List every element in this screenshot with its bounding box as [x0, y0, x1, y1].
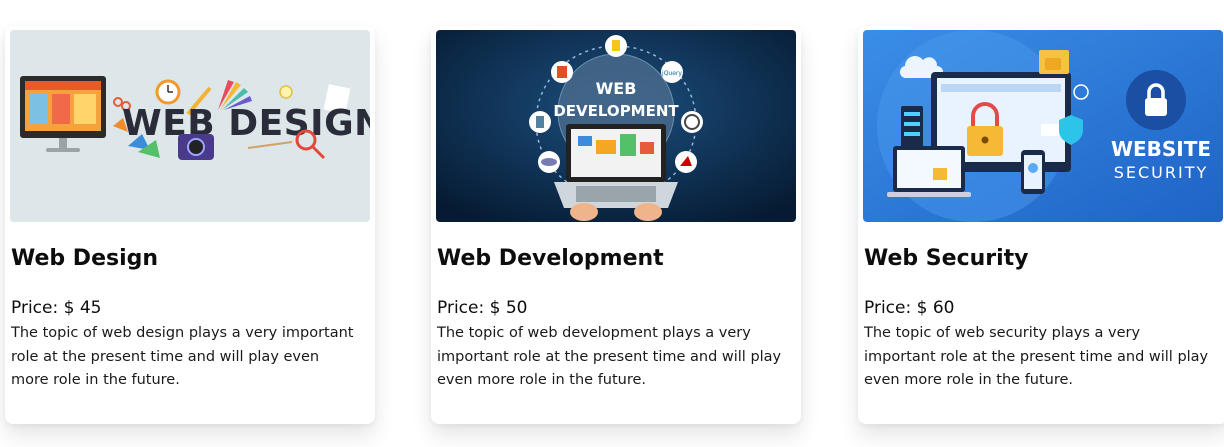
service-card-web-security[interactable]: WEBSITE SECURITY Web Security Price: $ 6…: [858, 26, 1224, 424]
card-price: Price: $ 60: [864, 298, 955, 318]
card-description: The topic of web design plays a very imp…: [11, 325, 354, 388]
service-card-web-design[interactable]: WEB DESIGN Web Design Price: $ 45 The to…: [5, 26, 375, 424]
svg-text:WEB DESIGN: WEB DESIGN: [122, 103, 370, 144]
card-price: Price: $ 50: [437, 298, 528, 318]
svg-text:jQuery: jQuery: [661, 70, 682, 77]
card-title: Web Development: [437, 246, 664, 271]
card-description: The topic of web development plays a ver…: [437, 325, 782, 388]
svg-text:DEVELOPMENT: DEVELOPMENT: [553, 102, 679, 120]
web-development-illustration: WEB DEVELOPMENT jQuery: [436, 30, 796, 222]
svg-text:SECURITY: SECURITY: [1114, 163, 1209, 182]
card-title: Web Design: [11, 246, 159, 271]
card-description: The topic of web security plays a very i…: [864, 325, 1209, 388]
card-price: Price: $ 45: [11, 298, 102, 318]
web-security-illustration: WEBSITE SECURITY: [863, 30, 1223, 222]
svg-text:WEB: WEB: [596, 79, 637, 98]
web-design-image: WEB DESIGN: [10, 30, 370, 222]
service-card-web-development[interactable]: WEB DEVELOPMENT jQuery Web Development P…: [431, 26, 801, 424]
card-title: Web Security: [864, 246, 1029, 271]
service-cards: WEB DESIGN Web Design Price: $ 45 The to…: [0, 0, 1224, 447]
web-design-illustration: WEB DESIGN: [10, 30, 370, 222]
web-development-image: WEB DEVELOPMENT jQuery: [436, 30, 796, 222]
svg-text:WEBSITE: WEBSITE: [1111, 137, 1211, 161]
web-security-image: WEBSITE SECURITY: [863, 30, 1223, 222]
